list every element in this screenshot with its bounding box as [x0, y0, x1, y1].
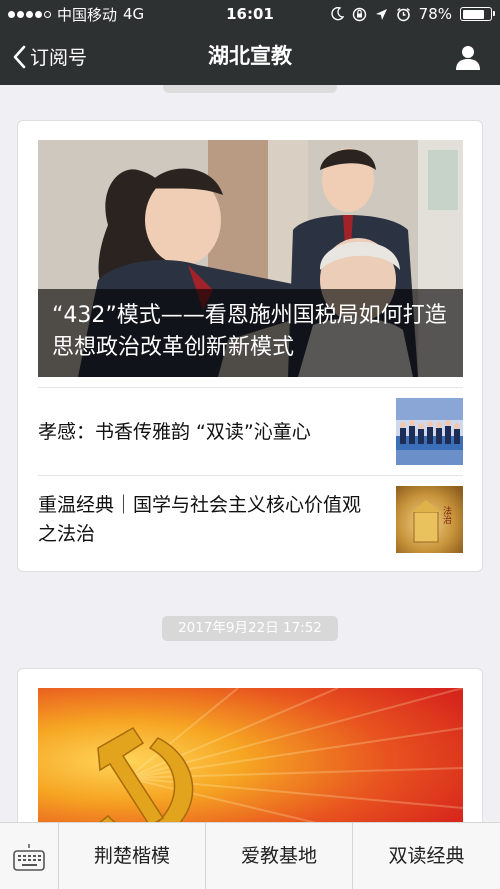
message-feed[interactable]: “432”模式——看恩施州国税局如何打造思想政治改革创新新模式 孝感：书香传雅韵… — [0, 85, 500, 822]
location-arrow-icon — [375, 8, 387, 20]
article-thumbnail — [396, 398, 463, 465]
status-right: 78% — [330, 0, 495, 28]
bottom-menu: 荆楚楷模 爱教基地 双读经典 — [0, 822, 500, 889]
article-title: 孝感：书香传雅韵 “双读”沁童心 — [38, 420, 311, 443]
profile-icon[interactable] — [454, 43, 482, 71]
status-bar: 中国移动 4G 16:01 78% — [0, 0, 500, 28]
date-badge: 2017年9月22日 17:52 — [162, 616, 338, 641]
article-thumbnail: 法治 — [396, 486, 463, 553]
battery-fill — [462, 9, 484, 19]
previous-date-badge — [163, 85, 337, 93]
keyboard-toggle-button[interactable] — [0, 823, 59, 889]
nav-bar: 订阅号 湖北宣教 — [0, 28, 500, 85]
hero-article[interactable] — [38, 688, 463, 822]
list-item[interactable]: 重温经典｜国学与社会主义核心价值观之法治 法治 — [38, 475, 463, 563]
battery-icon — [460, 7, 495, 21]
list-item[interactable]: 孝感：书香传雅韵 “双读”沁童心 — [38, 387, 463, 475]
article-card: “432”模式——看恩施州国税局如何打造思想政治改革创新新模式 孝感：书香传雅韵… — [17, 120, 483, 572]
menu-item-double-reading-classics[interactable]: 双读经典 — [353, 823, 500, 889]
back-button[interactable]: 订阅号 — [12, 28, 87, 85]
battery-percent: 78% — [418, 5, 452, 23]
moon-icon — [330, 7, 344, 21]
article-title: 重温经典｜国学与社会主义核心价值观之法治 — [38, 494, 362, 545]
party-emblem-icon — [97, 688, 463, 822]
hero-title: “432”模式——看恩施州国税局如何打造思想政治改革创新新模式 — [38, 289, 463, 377]
menu-item-education-base[interactable]: 爱教基地 — [206, 823, 353, 889]
keyboard-icon — [13, 843, 45, 871]
back-chevron-icon — [13, 45, 26, 68]
menu-item-jingchu-models[interactable]: 荆楚楷模 — [59, 823, 206, 889]
thumb-stamp-text: 法治 — [441, 505, 452, 525]
article-card — [17, 668, 483, 822]
hero-article[interactable]: “432”模式——看恩施州国税局如何打造思想政治改革创新新模式 — [38, 140, 463, 377]
back-label: 订阅号 — [30, 47, 88, 69]
rotation-lock-icon — [352, 7, 366, 21]
alarm-icon — [396, 7, 410, 21]
